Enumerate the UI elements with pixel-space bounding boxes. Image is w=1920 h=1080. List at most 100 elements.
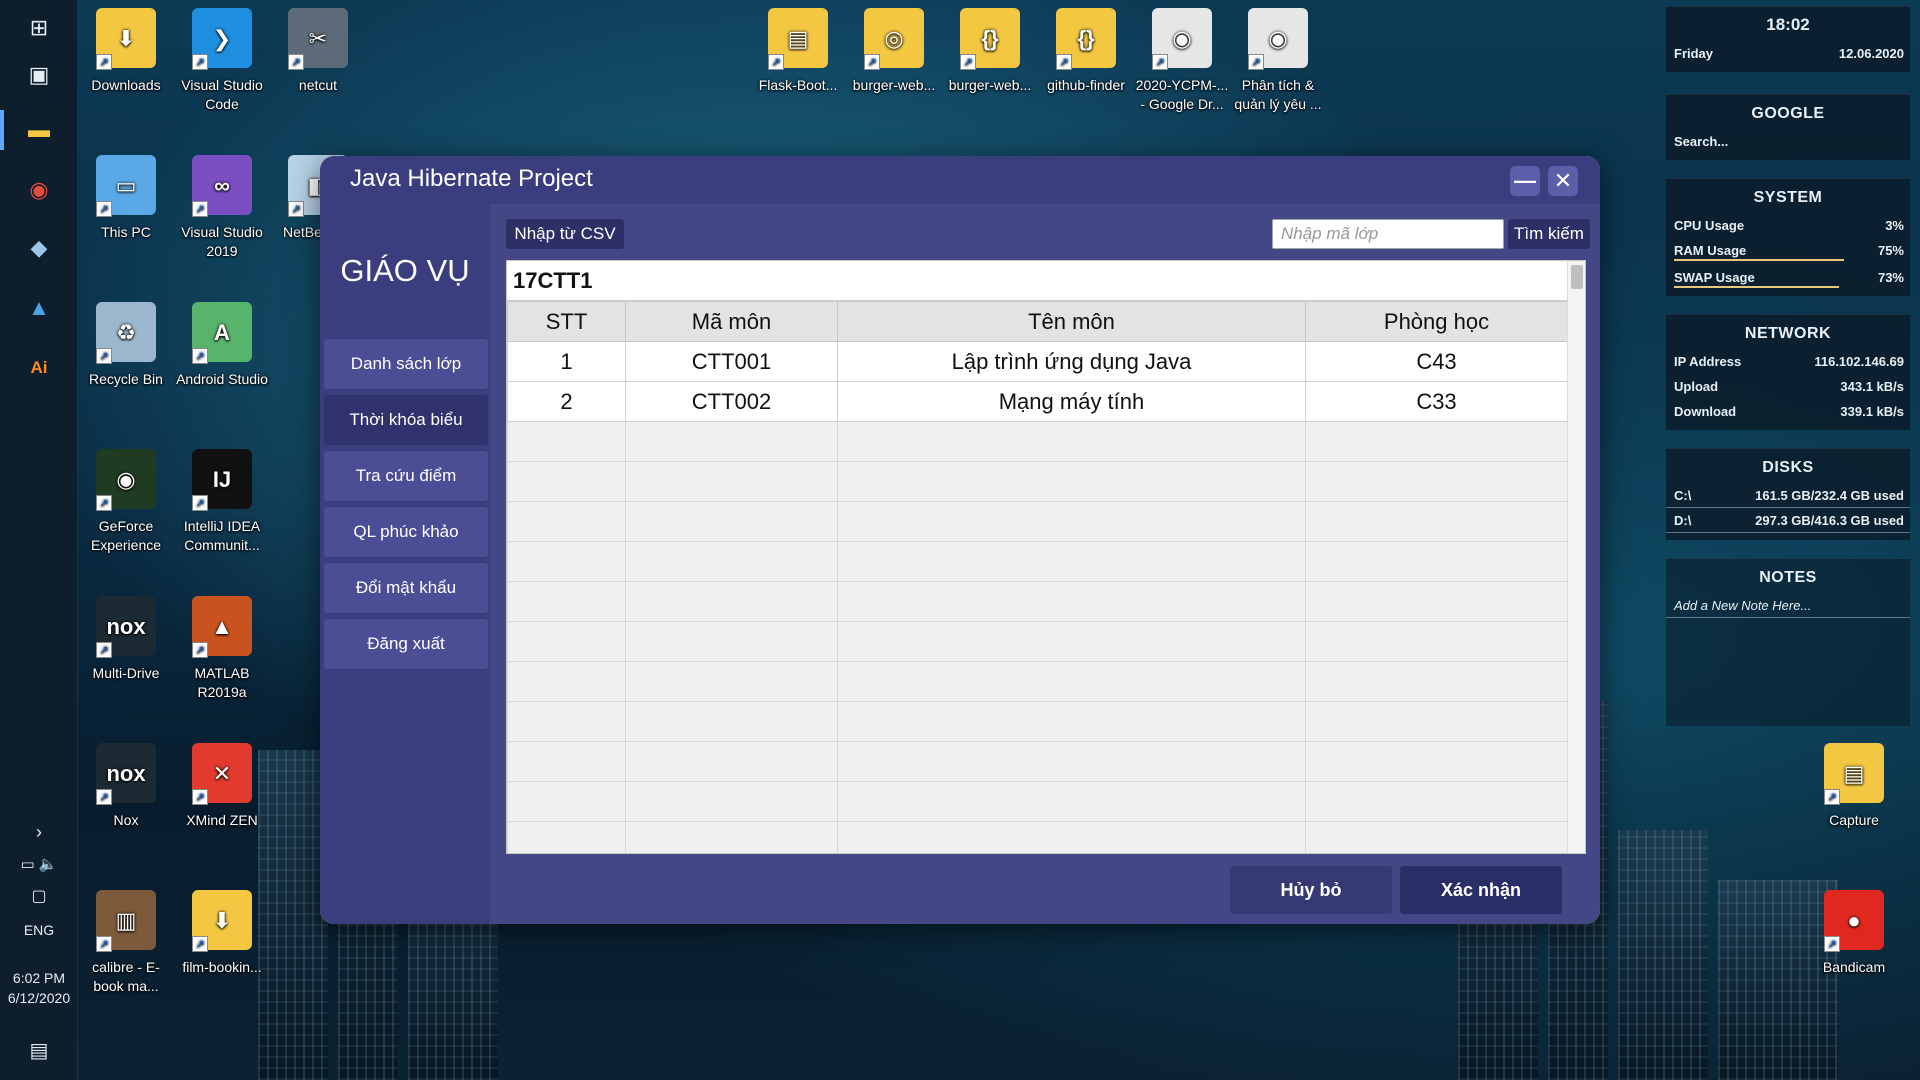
notifications-icon[interactable]: ▤	[19, 1030, 59, 1070]
empty-cell[interactable]	[625, 701, 838, 742]
empty-table-row[interactable]	[507, 541, 1568, 582]
desktop-icon[interactable]: ⬇ ↗ film-bookin...	[174, 890, 270, 977]
empty-cell[interactable]	[1305, 421, 1568, 462]
empty-table-row[interactable]	[507, 821, 1568, 853]
desktop-icon[interactable]: ▤ ↗ Capture	[1806, 743, 1902, 830]
nav-danh-sach-lop[interactable]: Danh sách lớp	[324, 339, 488, 389]
empty-cell[interactable]	[507, 621, 626, 662]
empty-cell[interactable]	[1305, 701, 1568, 742]
empty-cell[interactable]	[837, 701, 1306, 742]
desktop-icon[interactable]: ❯ ↗ Visual Studio Code	[174, 8, 270, 114]
file-explorer-icon[interactable]: ▬	[19, 110, 59, 150]
confirm-button[interactable]: Xác nhận	[1400, 866, 1562, 914]
empty-cell[interactable]	[507, 781, 626, 822]
empty-table-row[interactable]	[507, 421, 1568, 462]
nav-doi-mat-khau[interactable]: Đổi mật khẩu	[324, 563, 488, 613]
desktop-icon[interactable]: nox ↗ Multi-Drive	[78, 596, 174, 683]
empty-cell[interactable]	[837, 581, 1306, 622]
empty-cell[interactable]	[1305, 581, 1568, 622]
column-header-ma-mon[interactable]: Mã môn	[625, 301, 838, 342]
nav-dang-xuat[interactable]: Đăng xuất	[324, 619, 488, 669]
empty-cell[interactable]	[507, 421, 626, 462]
nav-thoi-khoa-bieu[interactable]: Thời khóa biểu	[324, 395, 488, 445]
desktop-icon[interactable]: nox ↗ Nox	[78, 743, 174, 830]
virtualbox-icon[interactable]: ◆	[19, 228, 59, 268]
task-view-icon[interactable]: ▣	[19, 55, 59, 95]
empty-table-row[interactable]	[507, 501, 1568, 542]
desktop-icon[interactable]: ∞ ↗ Visual Studio 2019	[174, 155, 270, 261]
desktop-icon[interactable]: ✕ ↗ XMind ZEN	[174, 743, 270, 830]
column-header-ten-mon[interactable]: Tên môn	[837, 301, 1306, 342]
empty-cell[interactable]	[1305, 461, 1568, 502]
cancel-button[interactable]: Hủy bỏ	[1230, 866, 1392, 914]
photos-icon[interactable]: ▲	[19, 288, 59, 328]
empty-cell[interactable]	[625, 741, 838, 782]
empty-cell[interactable]	[625, 661, 838, 702]
empty-cell[interactable]	[1305, 501, 1568, 542]
nav-tra-cuu-diem[interactable]: Tra cứu điểm	[324, 451, 488, 501]
empty-table-row[interactable]	[507, 701, 1568, 742]
desktop-icon[interactable]: ● ↗ Bandicam	[1806, 890, 1902, 977]
desktop-icon[interactable]: ◉ ↗ 2020-YCPM-... - Google Dr...	[1134, 8, 1230, 114]
empty-cell[interactable]	[837, 461, 1306, 502]
illustrator-icon[interactable]: Ai	[19, 348, 59, 388]
close-button[interactable]: ✕	[1548, 166, 1578, 196]
empty-cell[interactable]	[837, 421, 1306, 462]
minimize-button[interactable]: —	[1510, 166, 1540, 196]
empty-cell[interactable]	[837, 781, 1306, 822]
empty-cell[interactable]	[837, 541, 1306, 582]
empty-table-row[interactable]	[507, 781, 1568, 822]
desktop-icon[interactable]: {} ↗ burger-web...	[942, 8, 1038, 95]
taskbar-date[interactable]: 6/12/2020	[0, 988, 78, 1008]
desktop-icon[interactable]: A ↗ Android Studio	[174, 302, 270, 389]
empty-table-row[interactable]	[507, 581, 1568, 622]
import-csv-button[interactable]: Nhập từ CSV	[506, 219, 624, 249]
empty-cell[interactable]	[625, 421, 838, 462]
network-icon[interactable]: ▢	[19, 876, 59, 916]
search-button[interactable]: Tìm kiếm	[1508, 219, 1590, 249]
table-row[interactable]: 2 CTT002 Mạng máy tính C33	[507, 381, 1568, 422]
empty-cell[interactable]	[837, 741, 1306, 782]
cell-phong-hoc[interactable]: C43	[1305, 341, 1568, 382]
class-code-search-input[interactable]	[1272, 219, 1504, 249]
cell-ten-mon[interactable]: Mạng máy tính	[837, 381, 1306, 422]
empty-cell[interactable]	[1305, 541, 1568, 582]
desktop-icon[interactable]: ▥ ↗ calibre - E-book ma...	[78, 890, 174, 996]
column-header-phong-hoc[interactable]: Phòng học	[1305, 301, 1568, 342]
chrome-taskbar-icon[interactable]: ◉	[19, 170, 59, 210]
language-indicator[interactable]: ENG	[0, 920, 78, 940]
empty-cell[interactable]	[507, 821, 626, 853]
desktop-icon[interactable]: ◉ ↗ Phân tích & quản lý yêu ...	[1230, 8, 1326, 114]
empty-cell[interactable]	[625, 581, 838, 622]
desktop-icon[interactable]: ✂ ↗ netcut	[270, 8, 366, 95]
empty-cell[interactable]	[507, 541, 626, 582]
desktop-icon[interactable]: ▭ ↗ This PC	[78, 155, 174, 242]
empty-cell[interactable]	[507, 661, 626, 702]
cell-stt[interactable]: 1	[507, 341, 626, 382]
empty-table-row[interactable]	[507, 661, 1568, 702]
desktop-icon[interactable]: ♻ ↗ Recycle Bin	[78, 302, 174, 389]
windows-start-icon[interactable]: ⊞	[19, 8, 59, 48]
notes-input[interactable]: Add a New Note Here...	[1674, 598, 1811, 613]
cell-ma-mon[interactable]: CTT001	[625, 341, 838, 382]
empty-cell[interactable]	[625, 621, 838, 662]
table-row[interactable]: 1 CTT001 Lập trình ứng dụng Java C43	[507, 341, 1568, 382]
empty-cell[interactable]	[507, 741, 626, 782]
empty-cell[interactable]	[625, 821, 838, 853]
empty-cell[interactable]	[837, 621, 1306, 662]
desktop-icon[interactable]: ◎ ↗ burger-web...	[846, 8, 942, 95]
empty-table-row[interactable]	[507, 741, 1568, 782]
taskbar-time[interactable]: 6:02 PM	[0, 968, 78, 988]
empty-cell[interactable]	[507, 461, 626, 502]
column-header-stt[interactable]: STT	[507, 301, 626, 342]
window-titlebar[interactable]: Java Hibernate Project — ✕	[320, 156, 1600, 204]
empty-cell[interactable]	[1305, 781, 1568, 822]
table-scrollbar-thumb[interactable]	[1571, 265, 1583, 289]
empty-cell[interactable]	[625, 541, 838, 582]
cell-ma-mon[interactable]: CTT002	[625, 381, 838, 422]
empty-cell[interactable]	[837, 501, 1306, 542]
empty-cell[interactable]	[625, 461, 838, 502]
empty-cell[interactable]	[625, 501, 838, 542]
empty-cell[interactable]	[837, 821, 1306, 853]
empty-cell[interactable]	[1305, 661, 1568, 702]
